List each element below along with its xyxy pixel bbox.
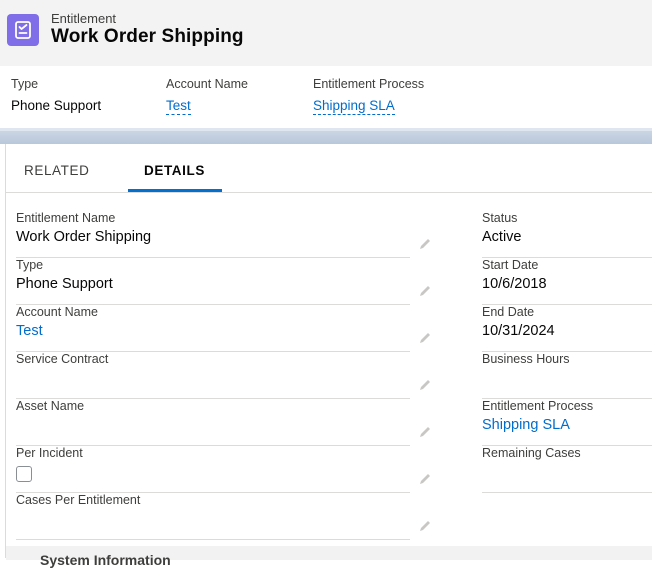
tab-related[interactable]: RELATED (24, 163, 89, 178)
field-account-name: Account Name Test (16, 305, 430, 352)
highlight-label: Entitlement Process (313, 77, 425, 91)
field-status: Status Active (482, 211, 652, 258)
tab-bar: RELATED DETAILS (6, 144, 652, 193)
field-label: Entitlement Name (16, 211, 116, 225)
field-per-incident: Per Incident (16, 446, 430, 493)
account-name-link[interactable]: Test (16, 323, 43, 339)
edit-pencil-icon[interactable] (418, 472, 432, 486)
highlight-account-name: Account Name Test (166, 77, 248, 115)
highlight-label: Type (11, 77, 39, 91)
field-label: Business Hours (482, 352, 570, 366)
active-tab-indicator (128, 189, 222, 192)
field-remaining-cases: Remaining Cases (482, 446, 652, 493)
edit-pencil-icon[interactable] (418, 425, 432, 439)
account-link[interactable]: Test (166, 98, 191, 115)
field-label: Account Name (16, 305, 98, 319)
field-entitlement-process: Entitlement Process Shipping SLA (482, 399, 652, 446)
field-end-date: End Date 10/31/2024 (482, 305, 652, 352)
highlight-value: Phone Support (11, 98, 102, 113)
entitlement-process-field-link[interactable]: Shipping SLA (482, 417, 570, 433)
edit-pencil-icon[interactable] (418, 519, 432, 533)
highlight-label: Account Name (166, 77, 248, 91)
field-label: End Date (482, 305, 535, 319)
field-label: Asset Name (16, 399, 85, 413)
field-service-contract: Service Contract (16, 352, 430, 399)
edit-pencil-icon[interactable] (418, 331, 432, 345)
record-title: Work Order Shipping (51, 26, 244, 47)
edit-pencil-icon[interactable] (418, 378, 432, 392)
highlight-type: Type Phone Support (11, 77, 101, 113)
field-label: Service Contract (16, 352, 109, 366)
field-cases-per-entitlement: Cases Per Entitlement (16, 493, 430, 540)
header-divider (0, 128, 652, 144)
field-value: Active (482, 229, 522, 245)
field-label: Status (482, 211, 518, 225)
tab-details[interactable]: DETAILS (144, 163, 205, 178)
per-incident-checkbox[interactable] (16, 466, 32, 482)
field-entitlement-name: Entitlement Name Work Order Shipping (16, 211, 430, 258)
field-value: Work Order Shipping (16, 229, 152, 245)
highlights-panel: Type Phone Support Account Name Test Ent… (0, 66, 652, 130)
field-value: 10/6/2018 (482, 276, 547, 292)
entitlement-process-link[interactable]: Shipping SLA (313, 98, 395, 115)
edit-pencil-icon[interactable] (418, 237, 432, 251)
field-value: 10/31/2024 (482, 323, 555, 339)
field-start-date: Start Date 10/6/2018 (482, 258, 652, 305)
section-title: System Information (40, 552, 171, 568)
field-label: Type (16, 258, 44, 272)
field-asset-name: Asset Name (16, 399, 430, 446)
record-header: Entitlement Work Order Shipping (0, 0, 652, 66)
field-value: Phone Support (16, 276, 113, 292)
field-type: Type Phone Support (16, 258, 430, 305)
object-label: Entitlement (51, 11, 117, 26)
highlight-entitlement-process: Entitlement Process Shipping SLA (313, 77, 424, 115)
field-label: Per Incident (16, 446, 83, 460)
field-label: Start Date (482, 258, 539, 272)
details-card: RELATED DETAILS Entitlement Name Work Or… (5, 144, 652, 568)
field-business-hours: Business Hours (482, 352, 652, 399)
field-label: Cases Per Entitlement (16, 493, 141, 507)
edit-pencil-icon[interactable] (418, 284, 432, 298)
entitlement-icon (7, 14, 39, 46)
field-label: Remaining Cases (482, 446, 581, 460)
field-label: Entitlement Process (482, 399, 594, 413)
